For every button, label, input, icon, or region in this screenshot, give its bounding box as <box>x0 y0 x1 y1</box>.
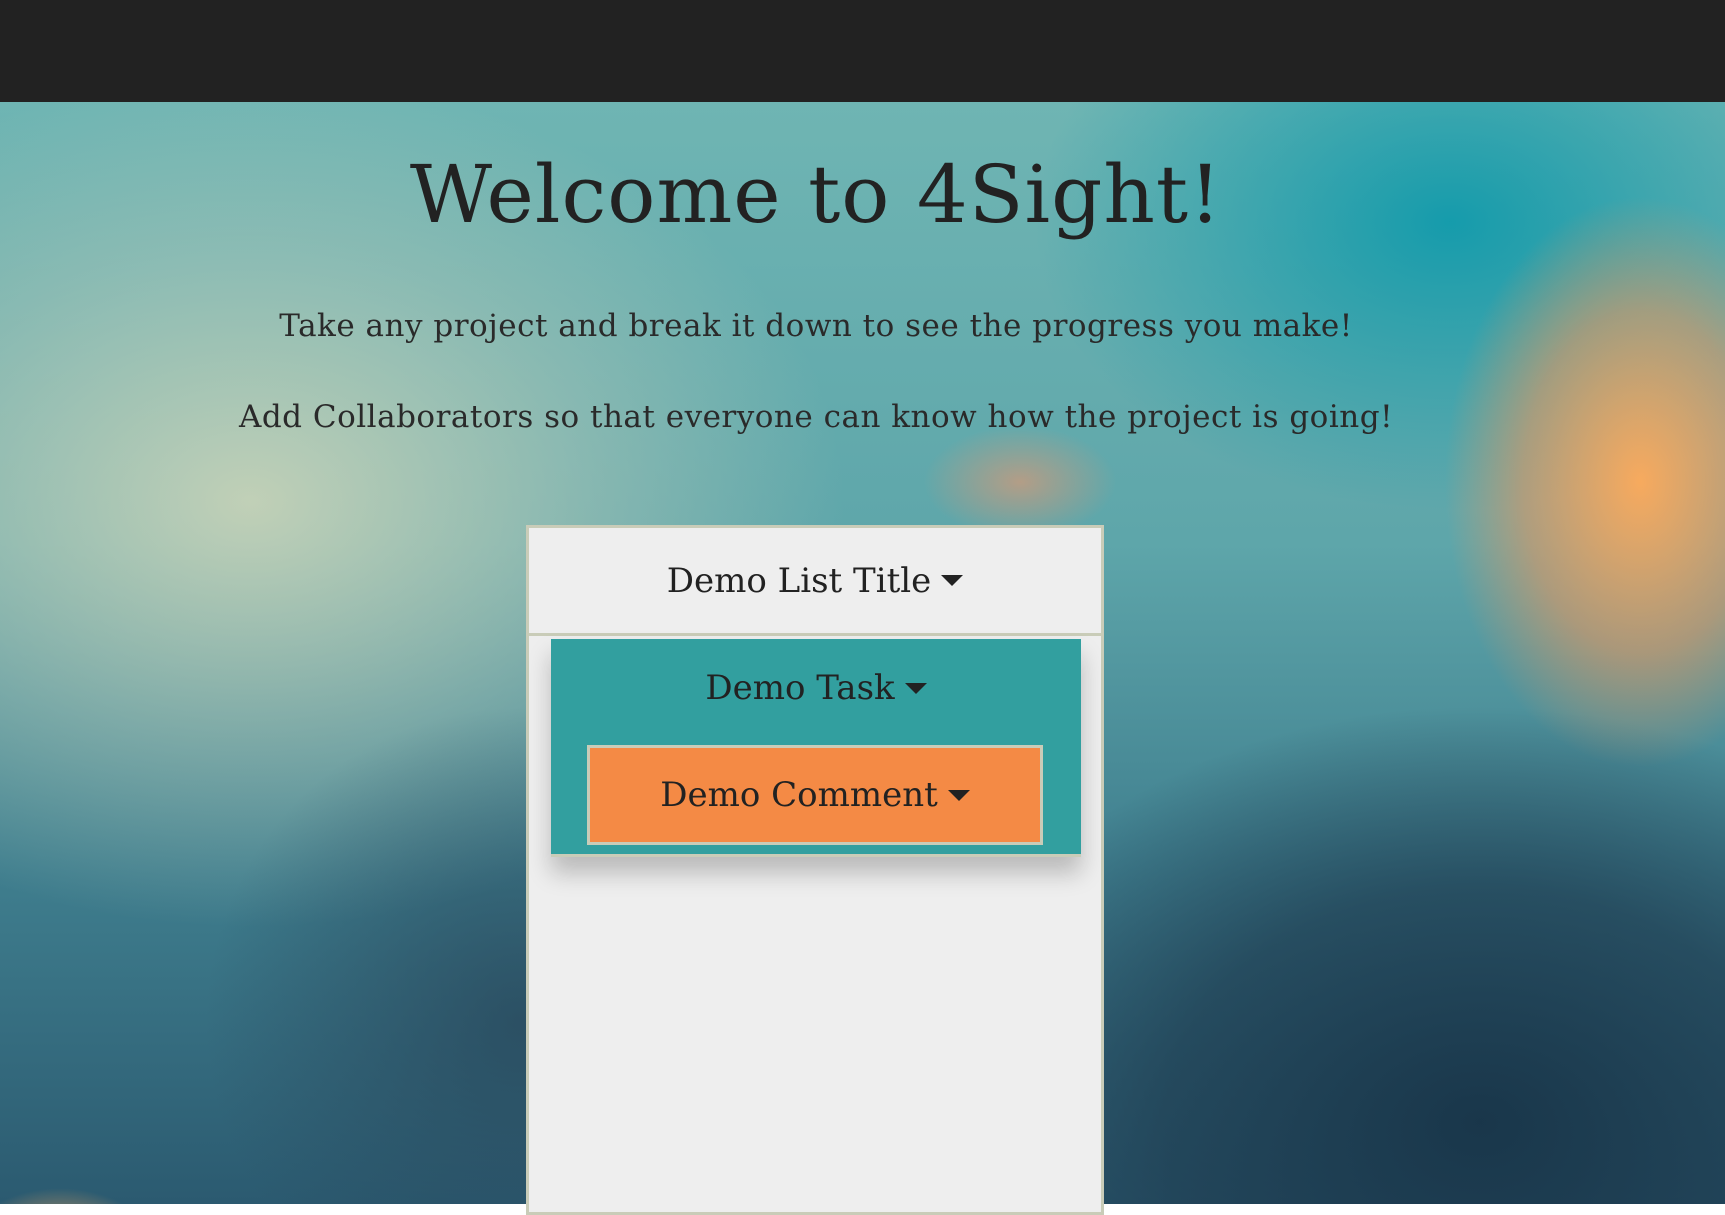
task-title-label: Demo Task <box>705 668 895 708</box>
demo-task-card: Demo Task Demo Comment <box>551 639 1081 857</box>
list-title-label: Demo List Title <box>666 560 932 601</box>
caret-down-icon <box>904 682 927 694</box>
intro-text-2: Add Collaborators so that everyone can k… <box>238 399 1394 435</box>
list-title-dropdown[interactable]: Demo List Title <box>529 528 1101 636</box>
demo-list-card: Demo List Title Demo Task Demo Comment <box>526 525 1104 1215</box>
caret-down-icon <box>941 575 964 586</box>
caret-down-icon <box>947 789 970 801</box>
top-navbar <box>0 0 1725 102</box>
page-title: Welcome to 4Sight! <box>409 148 1223 241</box>
intro-text-1: Take any project and break it down to se… <box>279 308 1353 344</box>
comment-title-dropdown[interactable]: Demo Comment <box>587 745 1043 845</box>
task-title-dropdown[interactable]: Demo Task <box>551 639 1081 737</box>
comment-title-label: Demo Comment <box>660 775 938 815</box>
